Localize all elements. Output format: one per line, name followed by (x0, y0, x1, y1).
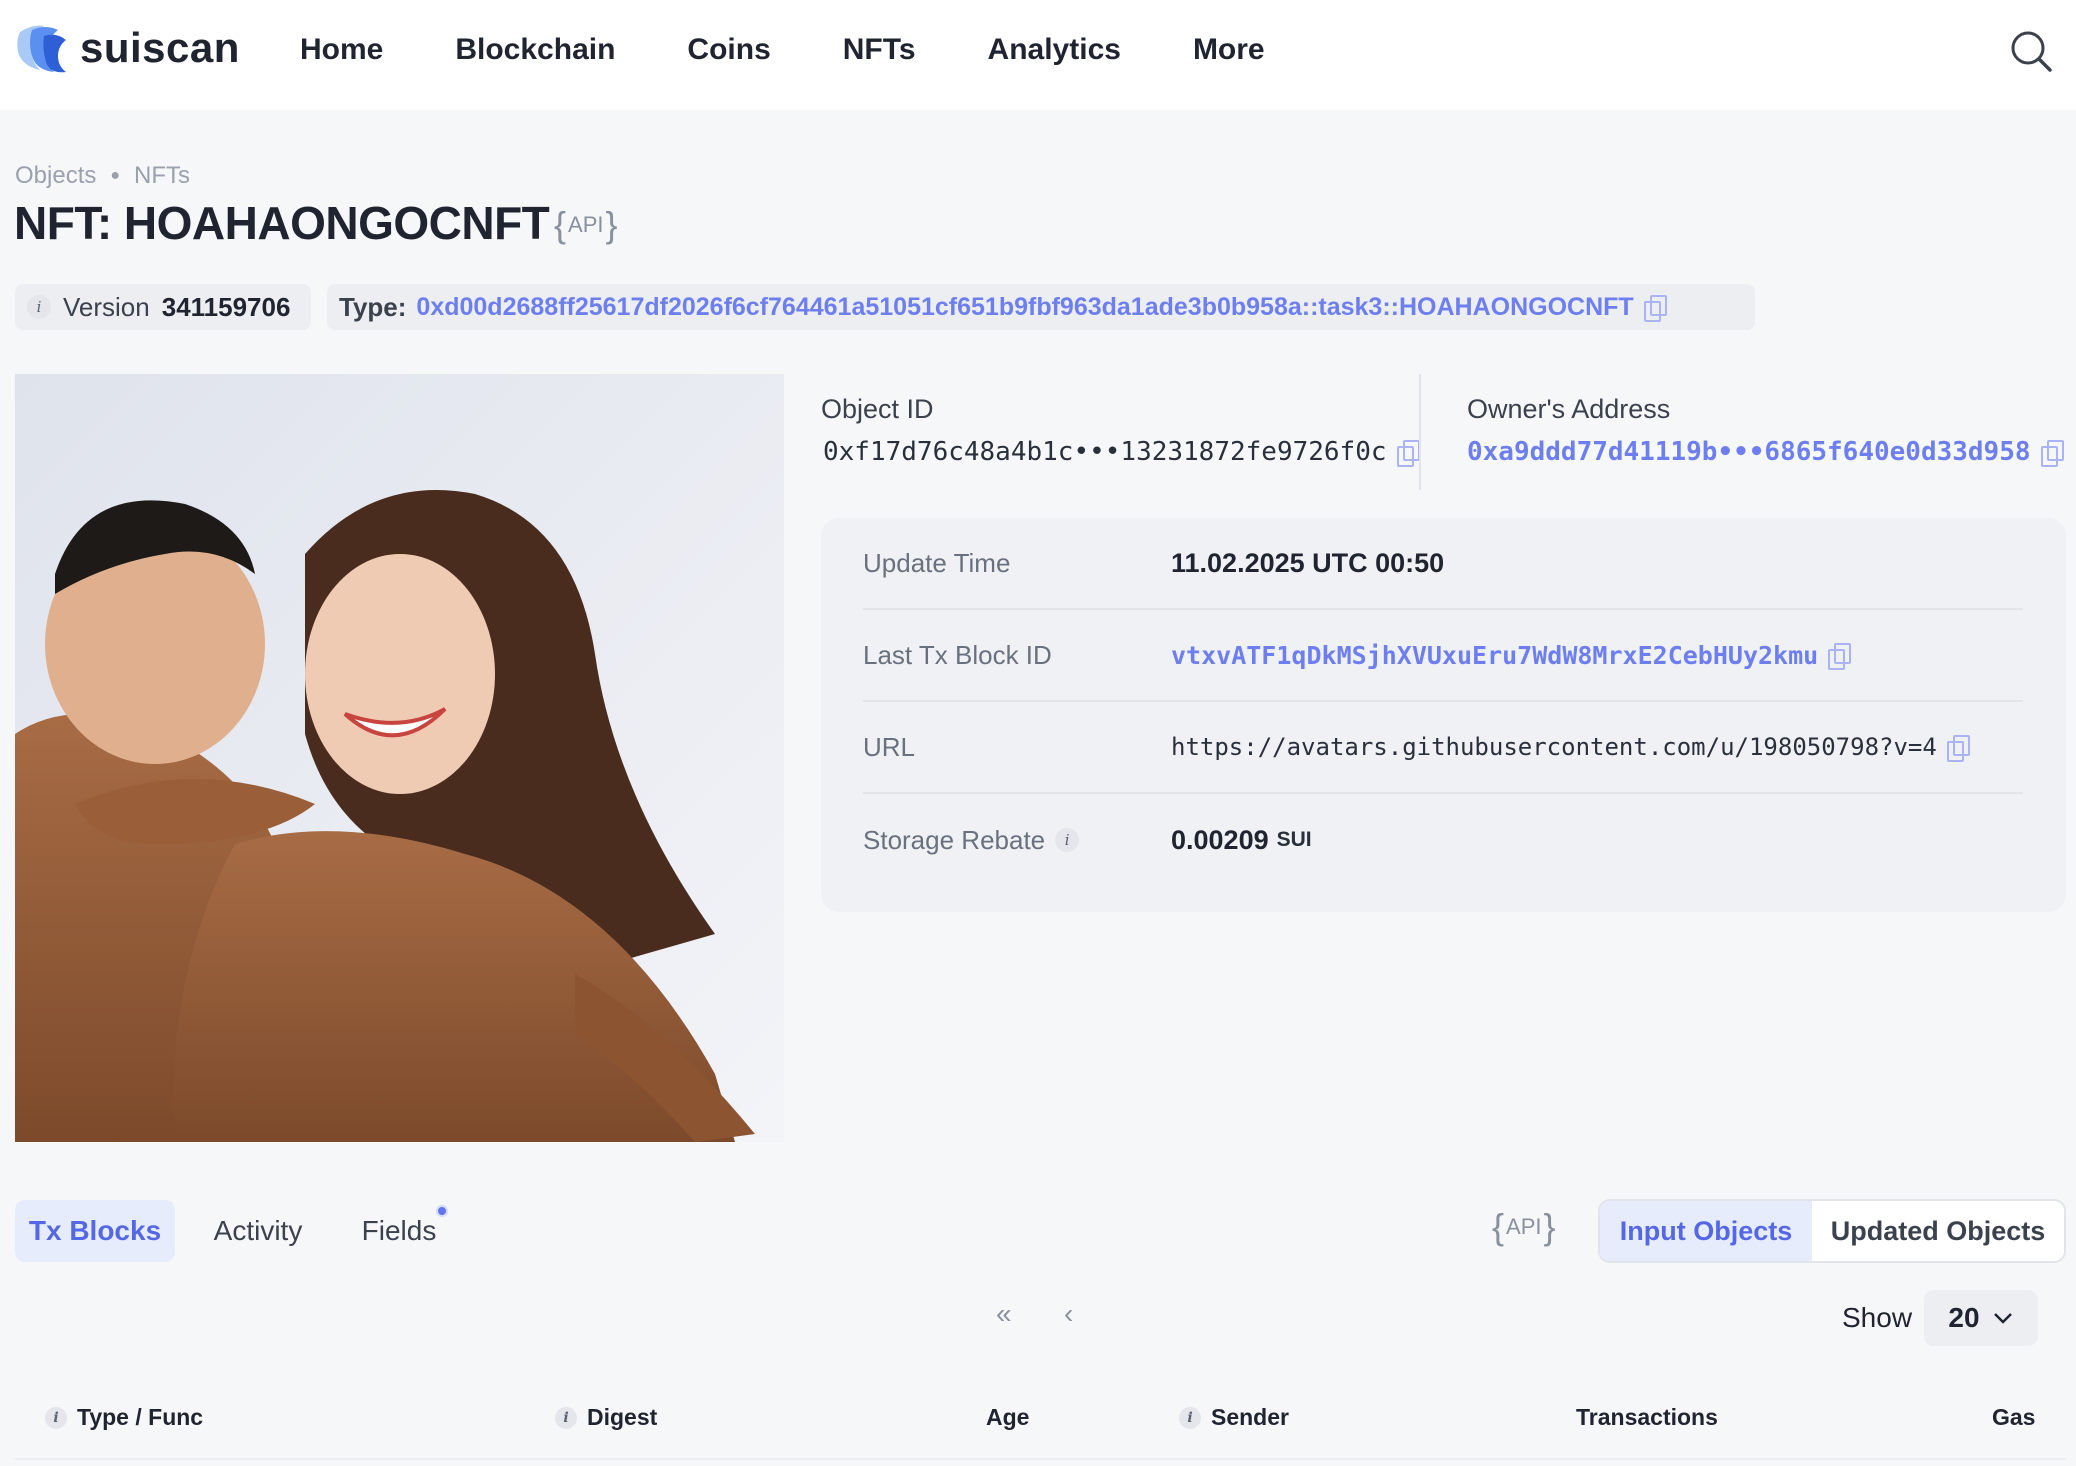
main-nav: Home Blockchain Coins NFTs Analytics Mor… (300, 28, 1337, 72)
suiscan-logo-icon (17, 25, 66, 73)
th-type-func: i Type / Func (45, 1404, 203, 1431)
breadcrumb-objects[interactable]: Objects (15, 162, 96, 190)
update-time-label: Update Time (863, 547, 1011, 578)
info-icon[interactable]: i (1179, 1406, 1201, 1429)
th-gas-label: Gas (1992, 1404, 2036, 1430)
divider (1419, 374, 1421, 490)
table-header-divider (15, 1458, 2066, 1460)
tab-tx-blocks[interactable]: Tx Blocks (15, 1200, 175, 1262)
page-size-value: 20 (1948, 1302, 1980, 1333)
updated-objects-button[interactable]: Updated Objects (1812, 1201, 2064, 1261)
breadcrumb: Objects ● NFTs (15, 162, 190, 190)
copy-icon[interactable] (2040, 440, 2064, 467)
tab-activity[interactable]: Activity (196, 1200, 320, 1262)
version-chip: i Version 341159706 (15, 284, 311, 330)
last-tx-label: Last Tx Block ID (863, 639, 1052, 670)
storage-rebate-value: 0.00209 (1171, 824, 1269, 855)
brace-open-icon: { (1492, 1206, 1505, 1247)
th-gas: Gas (1992, 1404, 2035, 1431)
api-button[interactable]: { API } (1492, 1206, 1556, 1248)
input-objects-button[interactable]: Input Objects (1600, 1201, 1812, 1261)
owner-address-link[interactable]: 0xa9ddd77d41119b•••6865f640e0d33d958 (1467, 437, 2031, 467)
api-button[interactable]: { API } (554, 204, 618, 246)
storage-rebate-label-wrap: Storage Rebate i (863, 825, 1171, 856)
brand-name: suiscan (80, 24, 240, 71)
version-label: Version (63, 291, 150, 322)
storage-rebate-label: Storage Rebate (863, 824, 1046, 855)
show-label: Show (1842, 1302, 1913, 1333)
brace-close-icon: } (1543, 1206, 1556, 1247)
copy-icon[interactable] (1828, 643, 1852, 670)
copy-icon[interactable] (1396, 440, 1420, 467)
detail-row-storage-rebate: Storage Rebate i 0.00209 SUI (863, 794, 2023, 886)
top-header: suiscan Home Blockchain Coins NFTs Analy… (0, 0, 2076, 110)
first-page-icon[interactable]: « (996, 1298, 1012, 1330)
th-digest: i Digest (555, 1404, 657, 1431)
nav-more[interactable]: More (1193, 28, 1265, 72)
copy-icon[interactable] (1643, 295, 1667, 322)
th-digest-label: Digest (587, 1404, 658, 1430)
breadcrumb-nfts[interactable]: NFTs (134, 162, 190, 190)
nft-image (15, 374, 784, 1142)
th-transactions: Transactions (1576, 1404, 1718, 1431)
th-age: Age (986, 1404, 1029, 1431)
last-tx-field: vtxvATF1qDkMSjhXVUxuEru7WdW8MrxE2CebHUy2… (1171, 641, 1852, 670)
object-type-toggle: Input Objects Updated Objects (1598, 1199, 2066, 1263)
object-id-label: Object ID (821, 394, 934, 424)
detail-row-url: URL https://avatars.githubusercontent.co… (863, 702, 2023, 794)
search-icon[interactable] (2006, 26, 2056, 76)
update-time-value: 11.02.2025 UTC 00:50 (1171, 547, 1445, 578)
owner-address-field: 0xa9ddd77d41119b•••6865f640e0d33d958 (1467, 437, 2064, 467)
info-icon[interactable]: i (45, 1406, 67, 1429)
nav-blockchain[interactable]: Blockchain (455, 28, 615, 72)
page-title: NFT: HOAHAONGOCNFT (14, 197, 550, 249)
api-label: API (568, 212, 604, 237)
url-label: URL (863, 731, 916, 762)
chevron-down-icon (1993, 1313, 2012, 1324)
last-tx-link[interactable]: vtxvATF1qDkMSjhXVUxuEru7WdW8MrxE2CebHUy2… (1171, 641, 1818, 670)
detail-row-update-time: Update Time 11.02.2025 UTC 00:50 (863, 518, 2023, 610)
th-type-func-label: Type / Func (77, 1404, 204, 1430)
breadcrumb-separator: ● (110, 167, 121, 184)
type-label: Type: (339, 291, 407, 322)
object-id-value[interactable]: 0xf17d76c48a4b1c•••13231872fe9726f0c (823, 437, 1387, 467)
info-icon[interactable]: i (27, 295, 51, 319)
storage-rebate-value-wrap: 0.00209 SUI (1171, 825, 1312, 856)
page-size-select[interactable]: 20 (1924, 1290, 2038, 1346)
nav-nfts[interactable]: NFTs (843, 28, 916, 72)
th-sender: i Sender (1179, 1404, 1289, 1431)
info-icon[interactable]: i (1055, 828, 1080, 852)
nav-coins[interactable]: Coins (687, 28, 770, 72)
details-card: Update Time 11.02.2025 UTC 00:50 Last Tx… (821, 518, 2066, 912)
prev-page-icon[interactable]: ‹ (1064, 1298, 1073, 1330)
storage-rebate-unit: SUI (1276, 828, 1312, 851)
object-id-field: 0xf17d76c48a4b1c•••13231872fe9726f0c (823, 437, 1420, 467)
type-link[interactable]: 0xd00d2688ff25617df2026f6cf764461a51051c… (416, 293, 1633, 322)
th-age-label: Age (986, 1404, 1030, 1430)
api-label: API (1506, 1214, 1542, 1239)
brace-close-icon: } (605, 204, 618, 245)
version-value: 341159706 (161, 291, 291, 322)
type-chip: Type: 0xd00d2688ff25617df2026f6cf764461a… (327, 284, 1755, 330)
th-transactions-label: Transactions (1576, 1404, 1718, 1430)
nav-analytics[interactable]: Analytics (988, 28, 1121, 72)
copy-icon[interactable] (1946, 735, 1970, 762)
th-sender-label: Sender (1211, 1404, 1289, 1430)
info-icon[interactable]: i (555, 1406, 577, 1429)
url-field: https://avatars.githubusercontent.com/u/… (1171, 733, 1970, 762)
owner-address-label: Owner's Address (1467, 394, 1671, 424)
nft-photo (15, 374, 784, 1142)
logo[interactable]: suiscan (14, 20, 240, 76)
notification-dot (436, 1205, 448, 1217)
nav-home[interactable]: Home (300, 28, 383, 72)
detail-row-last-tx: Last Tx Block ID vtxvATF1qDkMSjhXVUxuEru… (863, 610, 2023, 702)
brace-open-icon: { (554, 204, 567, 245)
url-value[interactable]: https://avatars.githubusercontent.com/u/… (1171, 733, 1937, 761)
